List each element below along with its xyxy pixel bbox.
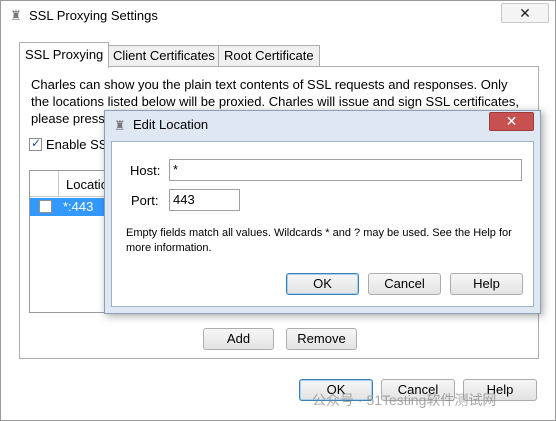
dialog-help-button[interactable]: Help <box>450 273 523 295</box>
remove-location-button[interactable]: Remove <box>286 328 357 350</box>
description-line: the locations listed below will be proxi… <box>31 94 519 109</box>
note-line: more information. <box>126 242 212 254</box>
dialog-ok-button[interactable]: OK <box>286 273 359 295</box>
port-input[interactable]: 443 <box>169 189 240 211</box>
host-input[interactable]: * <box>169 159 522 181</box>
enable-ssl-checkbox-row[interactable]: Enable SSL <box>29 136 115 152</box>
window-close-button[interactable]: ✕ <box>501 3 549 23</box>
charles-app-icon: ♜ <box>114 118 126 133</box>
watermark-text: 公众号 · 51Testing软件测试网 <box>312 392 497 408</box>
dialog-body: Host: * Port: 443 Empty fields match all… <box>111 141 534 307</box>
edit-location-dialog: ♜ Edit Location ✕ Host: * Port: 443 Empt… <box>104 110 541 314</box>
enable-ssl-checkbox[interactable] <box>29 136 42 151</box>
title-bar: ♜ SSL Proxying Settings ✕ <box>1 1 555 31</box>
tab-client-certificates[interactable]: Client Certificates <box>107 45 221 67</box>
dialog-help-note: Empty fields match all values. Wildcards… <box>126 226 526 256</box>
dialog-cancel-button[interactable]: Cancel <box>368 273 441 295</box>
tab-root-certificate[interactable]: Root Certificate <box>218 45 320 67</box>
dialog-title: Edit Location <box>133 117 209 132</box>
description-line: Charles can show you the plain text cont… <box>31 77 508 92</box>
tab-ssl-proxying[interactable]: SSL Proxying <box>19 42 110 68</box>
host-label: Host: <box>130 163 161 178</box>
add-location-button[interactable]: Add <box>203 328 274 350</box>
column-divider <box>58 171 59 197</box>
row-enabled-checkbox[interactable] <box>39 200 52 213</box>
dialog-close-button[interactable]: ✕ <box>489 112 534 131</box>
row-location: *:443 <box>63 199 94 214</box>
charles-app-icon: ♜ <box>10 8 22 23</box>
window-title: SSL Proxying Settings <box>29 8 158 23</box>
note-line: Empty fields match all values. Wildcards… <box>126 227 512 239</box>
port-label: Port: <box>131 193 159 208</box>
